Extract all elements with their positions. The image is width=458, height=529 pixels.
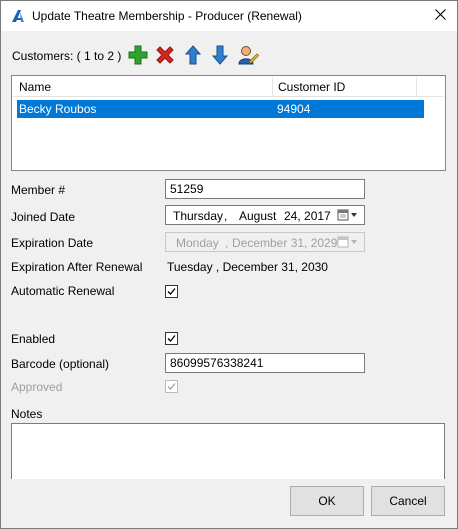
member-number-field[interactable]: 51259	[165, 179, 365, 199]
enabled-label: Enabled	[11, 332, 56, 346]
window-title: Update Theatre Membership - Producer (Re…	[32, 9, 302, 23]
joined-month[interactable]: August	[239, 209, 276, 223]
cell-customer-id: 94904	[277, 102, 311, 116]
barcode-field[interactable]: 86099576338241	[165, 353, 365, 373]
barcode-label: Barcode (optional)	[11, 357, 110, 371]
cancel-button[interactable]: Cancel	[371, 486, 445, 516]
expiration-after-renewal-value: Tuesday , December 31, 2030	[167, 260, 328, 274]
checkmark-icon	[167, 288, 176, 295]
notes-textarea[interactable]	[11, 423, 445, 479]
column-header-name[interactable]: Name	[19, 80, 51, 94]
move-down-icon[interactable]	[209, 44, 231, 66]
expiration-month-day-year: December 31, 2029	[232, 236, 338, 250]
expiration-after-renewal-label: Expiration After Renewal	[11, 260, 143, 274]
customers-count-label: Customers: ( 1 to 2 )	[12, 49, 122, 63]
member-number-label: Member #	[11, 183, 66, 197]
calendar-dropdown-icon	[336, 235, 362, 249]
expiration-date-picker: Monday , December 31, 2029	[165, 232, 365, 252]
expiration-weekday: Monday	[176, 236, 219, 250]
expiration-date-label: Expiration Date	[11, 236, 94, 250]
add-icon[interactable]	[127, 44, 149, 66]
column-header-customer-id[interactable]: Customer ID	[278, 80, 345, 94]
ok-button[interactable]: OK	[290, 486, 364, 516]
column-separator[interactable]	[416, 77, 417, 97]
close-button[interactable]	[423, 1, 457, 31]
title-bar[interactable]: Update Theatre Membership - Producer (Re…	[1, 1, 457, 31]
close-icon	[434, 9, 446, 23]
joined-weekday[interactable]: Thursday	[173, 209, 223, 223]
approved-checkbox	[165, 380, 178, 393]
checkmark-icon	[167, 383, 176, 390]
joined-day-year[interactable]: 24, 2017	[284, 209, 331, 223]
column-separator[interactable]	[272, 77, 273, 97]
notes-label: Notes	[11, 407, 43, 421]
cell-name: Becky Roubos	[19, 102, 97, 116]
move-up-icon[interactable]	[182, 44, 204, 66]
approved-label: Approved	[11, 380, 63, 394]
calendar-dropdown-icon[interactable]	[336, 208, 362, 222]
customers-grid[interactable]: Name Customer ID Becky Roubos 94904	[11, 75, 446, 171]
enabled-checkbox[interactable]	[165, 332, 178, 345]
joined-date-picker[interactable]: Thursday , August 24, 2017	[165, 205, 365, 225]
delete-icon[interactable]	[154, 44, 176, 66]
app-logo-icon	[10, 8, 26, 24]
joined-separator: ,	[224, 209, 228, 223]
edit-user-icon[interactable]	[237, 44, 260, 66]
automatic-renewal-label: Automatic Renewal	[11, 284, 115, 298]
checkmark-icon	[167, 335, 176, 342]
grid-header: Name Customer ID	[13, 77, 444, 97]
dialog-window: Update Theatre Membership - Producer (Re…	[0, 0, 458, 529]
automatic-renewal-checkbox[interactable]	[165, 285, 178, 298]
joined-date-label: Joined Date	[11, 210, 76, 224]
table-row[interactable]: Becky Roubos 94904	[17, 100, 424, 118]
expiration-separator: ,	[225, 236, 229, 250]
